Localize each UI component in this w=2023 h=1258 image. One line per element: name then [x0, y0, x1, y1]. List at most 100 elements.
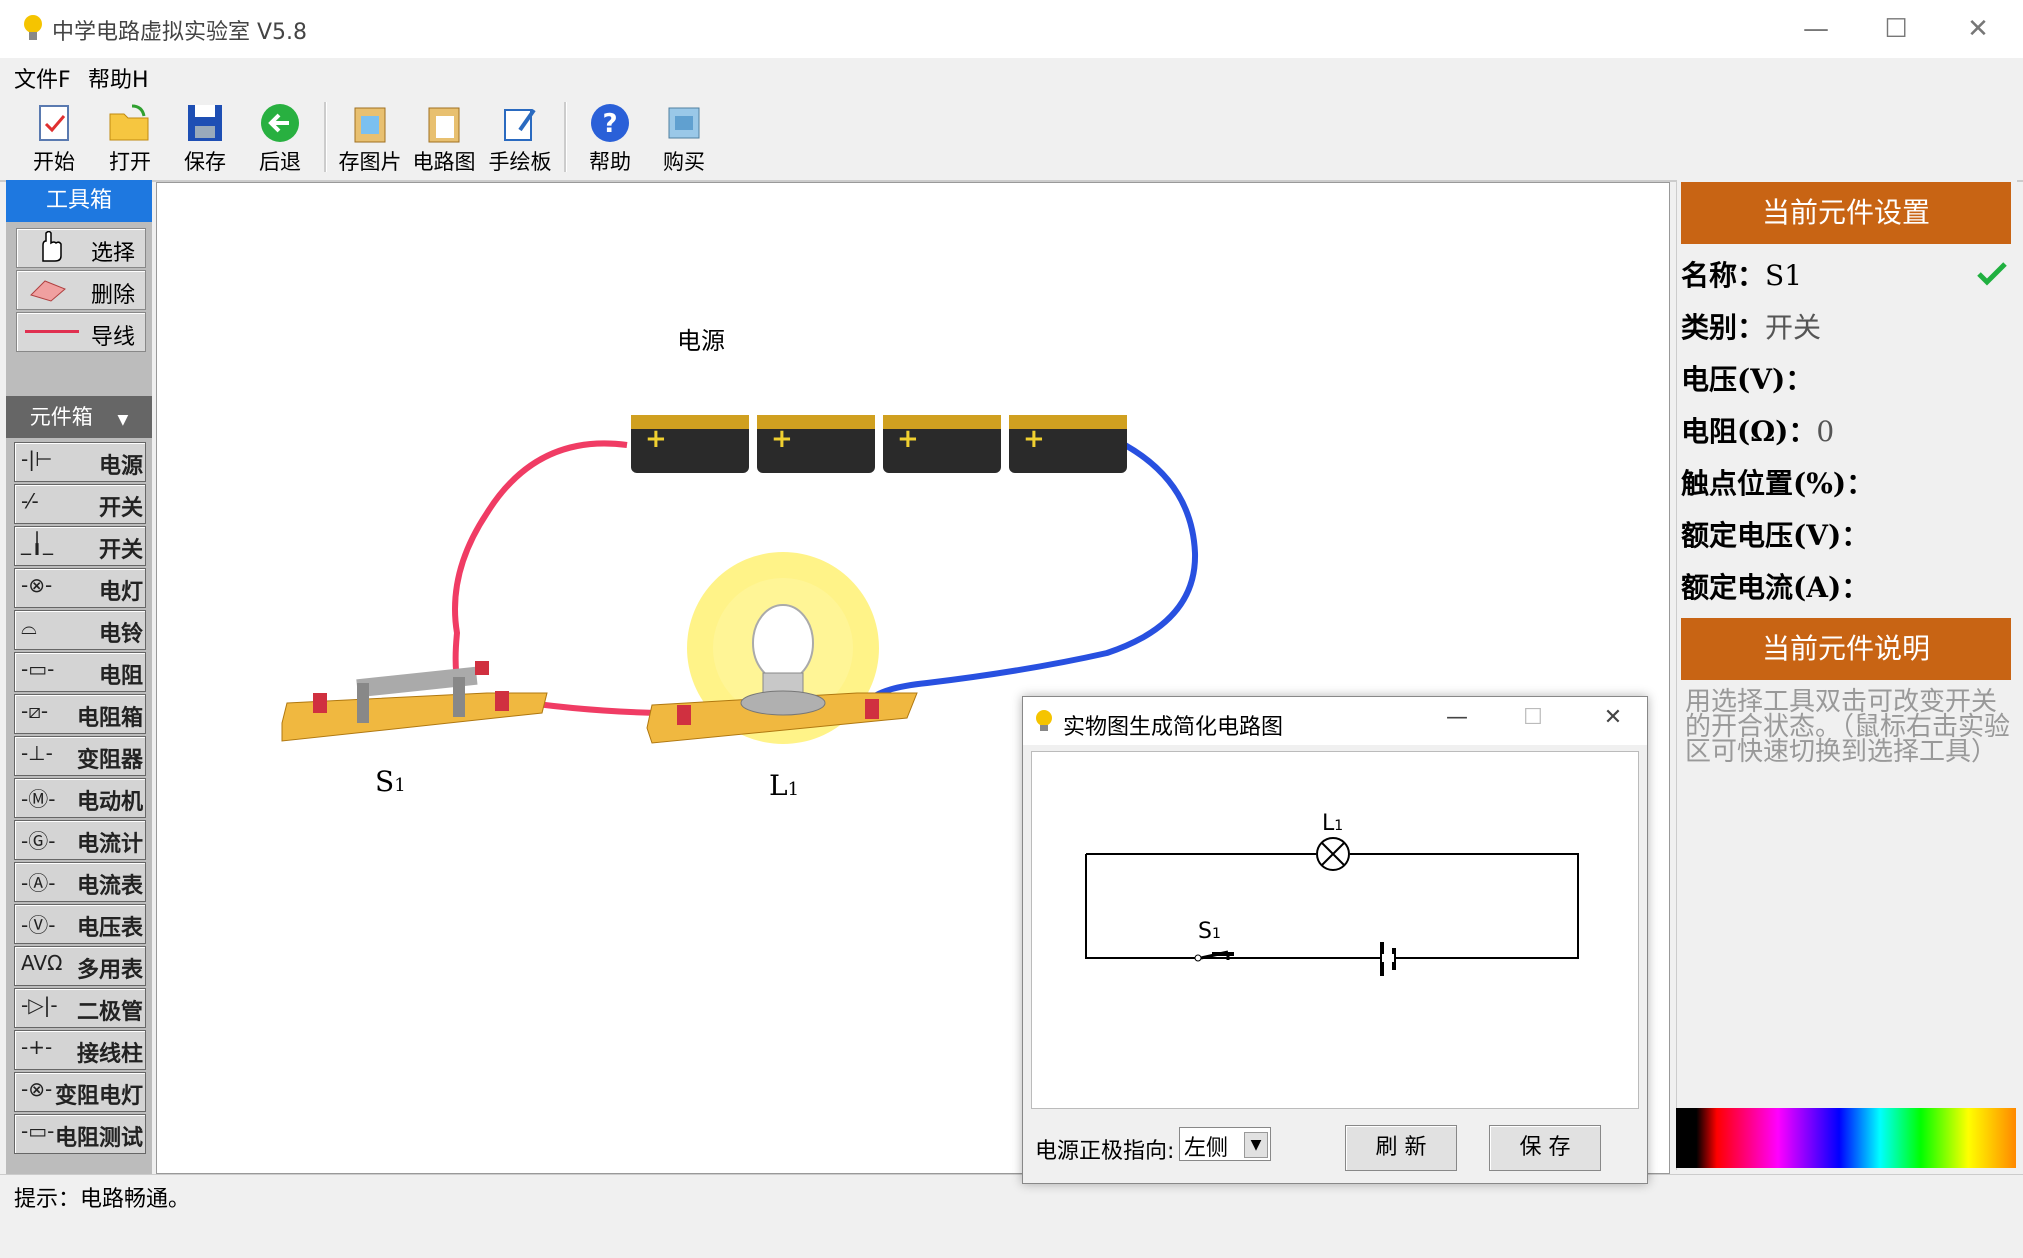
title-bar: 中学电路虚拟实验室 V5.8 — ☐ ✕ — [0, 0, 2023, 58]
voltage-label: 电压(V)： — [1681, 363, 1814, 396]
save-image-button[interactable]: 存图片 — [334, 98, 406, 178]
schematic-switch-label: S1 — [1198, 919, 1221, 944]
component-item[interactable]: -|⊢ 电源 — [14, 442, 146, 482]
components-header[interactable]: 元件箱 ▼ — [6, 396, 152, 438]
component-label: 电动机 — [76, 790, 143, 815]
component-item[interactable]: -⊥- 变阻器 — [14, 736, 146, 776]
component-item[interactable]: -⁄- 开关 — [14, 484, 146, 524]
delete-tool[interactable]: 删除 — [16, 270, 146, 310]
chevron-down-icon: ▼ — [117, 412, 129, 428]
component-item[interactable]: -Ⓜ- 电动机 — [14, 778, 146, 818]
svg-text:+: + — [645, 424, 667, 454]
component-label: 变阻电灯 — [54, 1084, 143, 1109]
select-tool[interactable]: 选择 — [16, 228, 146, 268]
wire-tool[interactable]: 导线 — [16, 312, 146, 352]
component-item[interactable]: -⊗- 电灯 — [14, 568, 146, 608]
component-item[interactable]: -▷|- 二极管 — [14, 988, 146, 1028]
component-item[interactable]: -⊗- 变阻电灯 — [14, 1072, 146, 1112]
buy-button[interactable]: 购买 — [648, 98, 720, 178]
bulb-icon — [24, 15, 42, 40]
component-item[interactable]: -Ⓥ- 电压表 — [14, 904, 146, 944]
component-item[interactable]: -▭- 电阻测试 — [14, 1114, 146, 1154]
close-button[interactable]: ✕ — [1938, 6, 2018, 52]
open-button[interactable]: 打开 — [94, 98, 166, 178]
bulb-icon — [1036, 710, 1052, 731]
help-button[interactable]: ? 帮助 — [574, 98, 646, 178]
minimize-button[interactable]: — — [1776, 6, 1856, 52]
save-button[interactable]: 保存 — [169, 98, 241, 178]
checkmark-icon[interactable] — [1977, 260, 2007, 288]
component-symbol-icon: -+- — [21, 1035, 53, 1059]
contact-position-row: 触点位置(%)： — [1681, 462, 1874, 502]
component-symbol-icon: -Ⓐ- — [21, 871, 56, 895]
maximize-button[interactable]: ☐ — [1856, 6, 1936, 52]
resistance-row: 电阻(Ω)：0 — [1681, 410, 1834, 450]
switch-symbol — [1194, 950, 1234, 962]
menu-help[interactable]: 帮助H — [88, 62, 149, 94]
status-bar: 提示：电路畅通。 — [0, 1174, 2023, 1258]
name-value[interactable]: S1 — [1765, 259, 1802, 292]
menu-file[interactable]: 文件F — [14, 62, 71, 94]
dialog-close-button[interactable]: ✕ — [1593, 705, 1633, 730]
pen-board-icon — [504, 108, 536, 141]
resistance-label: 电阻(Ω)： — [1681, 415, 1817, 448]
new-document-icon — [39, 105, 69, 141]
window-title: 中学电路虚拟实验室 V5.8 — [52, 20, 308, 45]
back-button[interactable]: 后退 — [244, 98, 316, 178]
component-item[interactable]: -⧄- 电阻箱 — [14, 694, 146, 734]
dialog-save-button[interactable]: 保 存 — [1489, 1125, 1601, 1171]
cart-icon — [668, 107, 700, 139]
delete-label: 删除 — [90, 283, 135, 308]
component-symbol-icon: -⧄- — [21, 699, 49, 723]
circuit-diagram-label: 电路图 — [412, 150, 476, 174]
polarity-select[interactable]: 左侧 ▼ — [1179, 1127, 1271, 1161]
component-item[interactable]: ⌓ 电铃 — [14, 610, 146, 650]
status-text: 提示：电路畅通。 — [14, 1187, 191, 1212]
dialog-minimize-button[interactable]: — — [1437, 705, 1477, 730]
dialog-maximize-button[interactable]: ☐ — [1513, 705, 1553, 730]
name-label: 名称： — [1681, 259, 1766, 292]
circuit-diagram-button[interactable]: 电路图 — [408, 98, 480, 178]
start-label: 开始 — [33, 150, 75, 174]
dialog-title-bar: 实物图生成简化电路图 — ☐ ✕ — [1023, 697, 1647, 745]
type-value: 开关 — [1765, 311, 1822, 344]
components-title: 元件箱 — [29, 405, 93, 429]
chevron-down-icon[interactable]: ▼ — [1244, 1132, 1268, 1158]
lamp-symbol — [1316, 837, 1350, 871]
component-symbol-icon: -|⊢ — [21, 447, 53, 471]
component-label: 二极管 — [76, 1000, 143, 1025]
floppy-icon — [188, 105, 222, 141]
component-item[interactable]: AVΩ 多用表 — [14, 946, 146, 986]
component-item[interactable]: _╽_ 开关 — [14, 526, 146, 566]
component-item[interactable]: -Ⓐ- 电流表 — [14, 862, 146, 902]
blue-wire[interactable] — [864, 442, 1199, 705]
component-item[interactable]: -Ⓖ- 电流计 — [14, 820, 146, 860]
eraser-icon — [30, 280, 66, 302]
start-button[interactable]: 开始 — [18, 98, 90, 178]
battery-pack[interactable]: + + + + — [631, 415, 1127, 473]
schematic-dialog: 实物图生成简化电路图 — ☐ ✕ L1 S1 电源正极指向: 左侧 ▼ 刷 新 … — [1022, 696, 1648, 1184]
rated-current-label: 额定电流(A)： — [1681, 571, 1870, 604]
component-label: 接线柱 — [76, 1042, 143, 1067]
component-label: 电流表 — [76, 874, 143, 899]
drawing-board-button[interactable]: 手绘板 — [484, 98, 556, 178]
toolbar-separator — [564, 102, 567, 172]
component-symbol-icon: AVΩ — [21, 951, 63, 975]
component-label: 电铃 — [98, 622, 143, 647]
switch-s1[interactable] — [281, 661, 548, 742]
voltage-row: 电压(V)： — [1681, 358, 1813, 398]
component-item[interactable]: -▭- 电阻 — [14, 652, 146, 692]
component-symbol-icon: -⊗- — [21, 1077, 53, 1101]
type-label: 类别： — [1681, 311, 1766, 344]
lamp-l1[interactable] — [646, 552, 918, 744]
drawing-board-label: 手绘板 — [488, 150, 552, 174]
component-item[interactable]: -+- 接线柱 — [14, 1030, 146, 1070]
resistance-value[interactable]: 0 — [1816, 415, 1834, 448]
description-text: 用选择工具双击可改变开关的开合状态。（鼠标右击实验区可快速切换到选择工具） — [1685, 687, 2011, 767]
component-symbol-icon: -▭- — [21, 1119, 55, 1143]
color-palette[interactable] — [1676, 1108, 2016, 1168]
battery-symbol — [1380, 942, 1396, 976]
contact-position-label: 触点位置(%)： — [1681, 467, 1875, 500]
refresh-button[interactable]: 刷 新 — [1345, 1125, 1457, 1171]
component-symbol-icon: _╽_ — [21, 531, 54, 555]
